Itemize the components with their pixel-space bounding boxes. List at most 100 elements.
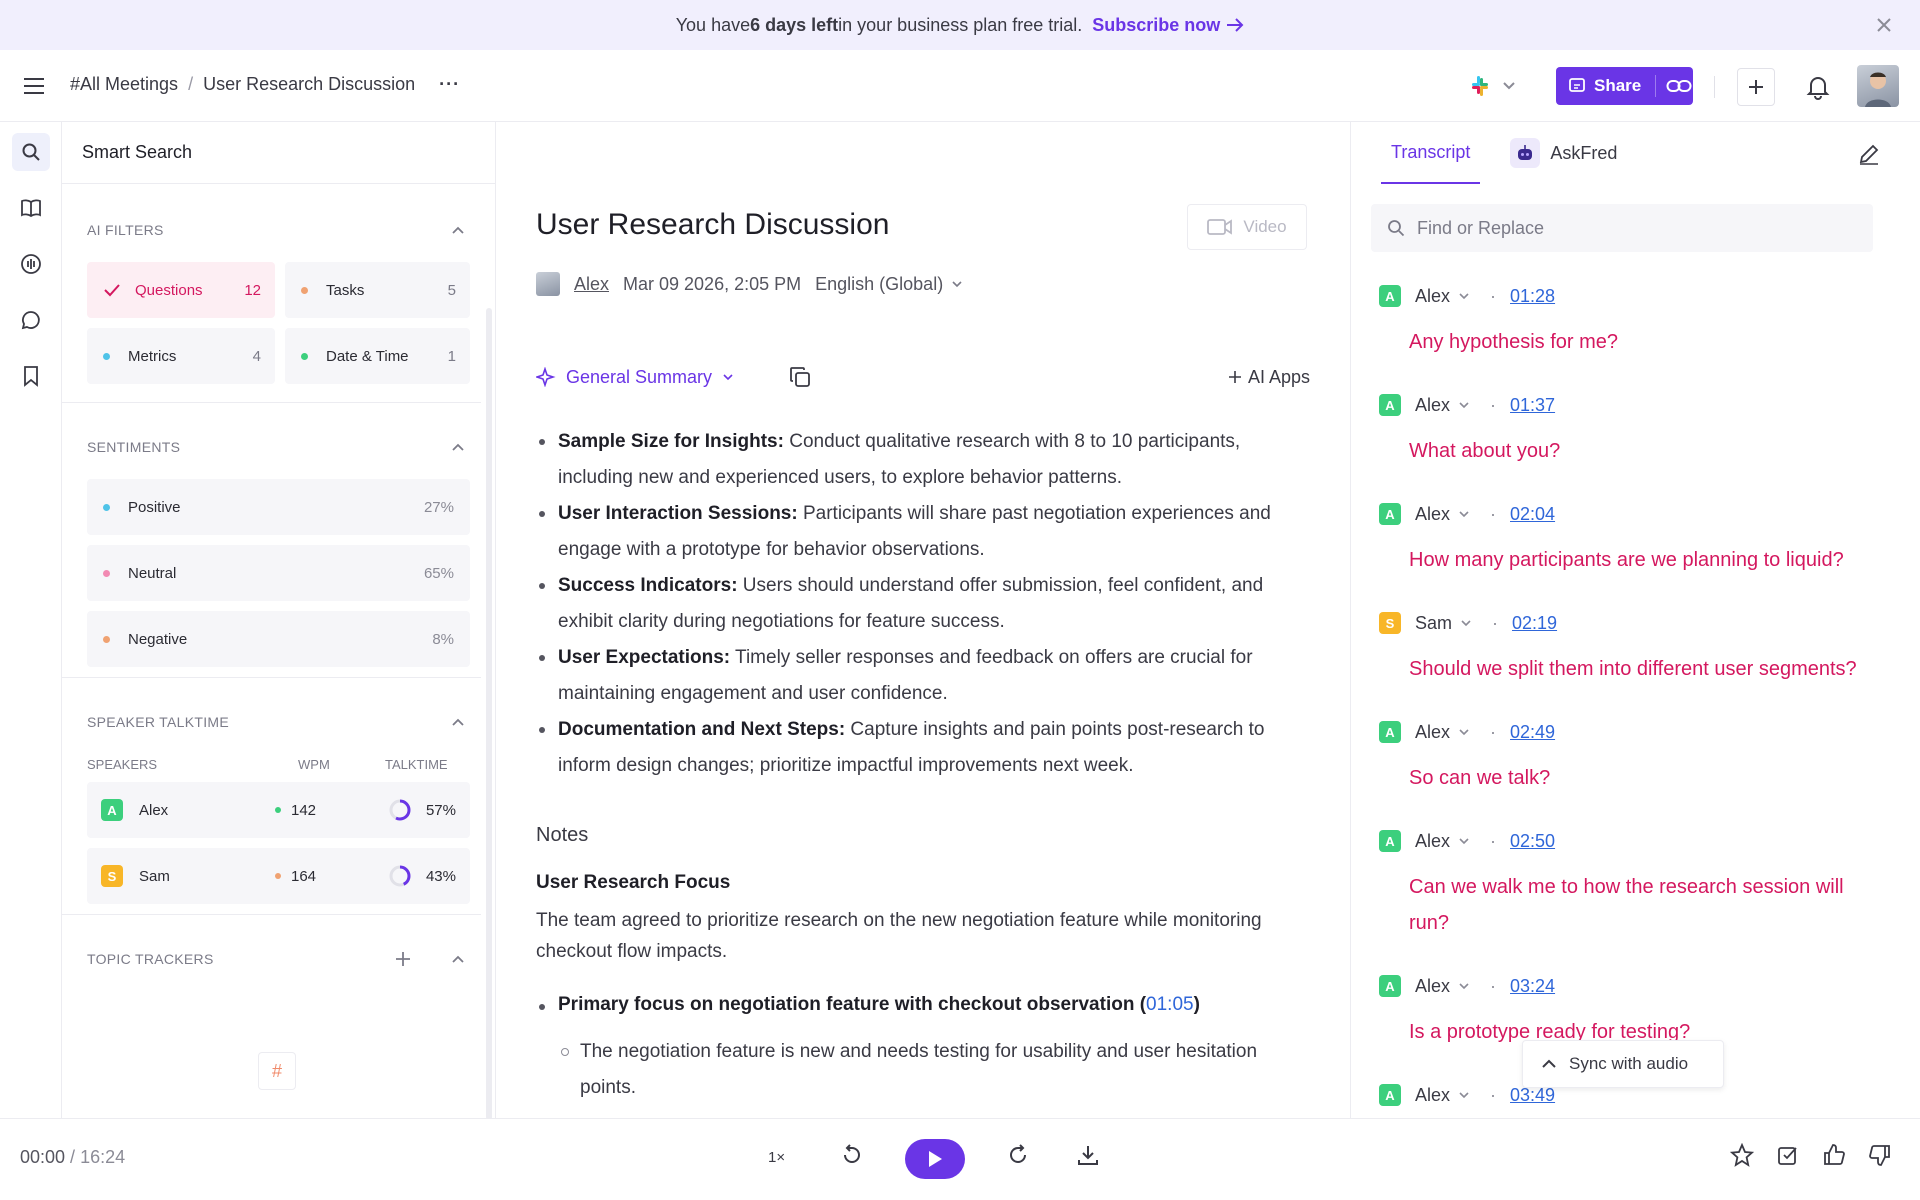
tab-askfred[interactable]: AskFred: [1500, 122, 1627, 184]
bookmarks-nav[interactable]: [12, 357, 50, 395]
transcript-entry[interactable]: A Alex · 02:04 How many participants are we…: [1379, 503, 1889, 578]
thumbs-down-icon[interactable]: [1868, 1143, 1892, 1167]
notification-bell-icon[interactable]: [1806, 74, 1830, 100]
transcript-entry[interactable]: S Sam · 02:19 Should we split them into dif…: [1379, 612, 1889, 687]
talktime-ring: [389, 799, 411, 821]
panel-title: Smart Search: [62, 122, 495, 184]
star-icon[interactable]: [1730, 1143, 1754, 1167]
subscribe-link[interactable]: Subscribe now: [1092, 15, 1244, 36]
audio-wave-icon: [20, 253, 42, 275]
speaker-row-sam[interactable]: S Sam 164 43%: [87, 848, 470, 904]
close-banner-icon[interactable]: [1874, 15, 1894, 35]
timestamp-link[interactable]: 01:28: [1510, 286, 1555, 307]
book-nav[interactable]: [12, 189, 50, 227]
filter-date-time[interactable]: Date & Time 1: [285, 328, 470, 384]
hashtag-icon[interactable]: #: [258, 1052, 296, 1090]
transcript-tabs: Transcript AskFred: [1381, 122, 1627, 184]
timestamp-link[interactable]: 01:05: [1146, 994, 1194, 1015]
transcript-entry[interactable]: A Alex · 02:50 Can we walk me to how the re…: [1379, 830, 1879, 941]
ai-apps-button[interactable]: AI Apps: [1228, 367, 1310, 388]
summary-bullet: User Expectations: Timely seller respons…: [536, 640, 1316, 712]
transcript-entry[interactable]: A Alex · 03:24 Is a prototype ready for tes…: [1379, 975, 1889, 1050]
speaker-initial: S: [101, 865, 123, 887]
author-avatar: [536, 272, 560, 296]
meeting-meta: Alex Mar 09 2026, 2:05 PM English (Globa…: [536, 272, 963, 296]
share-button[interactable]: Share: [1556, 67, 1693, 105]
breadcrumb-root[interactable]: #All Meetings: [70, 74, 178, 95]
transcript-entry[interactable]: A Alex · 01:37 What about you?: [1379, 394, 1889, 469]
primary-focus-bullet: Primary focus on negotiation feature wit…: [536, 994, 1316, 1016]
sentiment-negative[interactable]: Negative 8%: [87, 611, 470, 667]
total-time: 16:24: [80, 1147, 126, 1167]
copy-link-icon[interactable]: [1656, 78, 1692, 94]
chevron-down-icon: [1458, 292, 1470, 300]
chevron-down-icon: [1502, 81, 1516, 91]
language-dropdown[interactable]: English (Global): [815, 274, 963, 295]
check-icon: [103, 283, 121, 297]
edit-pencil-icon[interactable]: [1857, 142, 1881, 166]
timestamp-link[interactable]: 01:37: [1510, 395, 1555, 416]
copy-icon[interactable]: [788, 365, 812, 389]
menu-icon[interactable]: [22, 76, 46, 96]
slack-integration-dropdown[interactable]: [1468, 74, 1516, 98]
search-input[interactable]: Find or Replace: [1417, 218, 1544, 239]
talktime-column-headers: SPEAKERS WPM TALKTIME: [62, 746, 495, 782]
left-scrollbar[interactable]: [486, 308, 492, 1118]
checkbox-task-icon[interactable]: [1776, 1143, 1800, 1167]
sync-with-audio-button[interactable]: Sync with audio: [1522, 1040, 1724, 1088]
user-avatar[interactable]: [1857, 65, 1899, 107]
chevron-up-icon: [451, 954, 465, 964]
summary-bullet: Documentation and Next Steps: Capture in…: [536, 712, 1316, 784]
chevron-down-icon: [1458, 1091, 1470, 1099]
video-button[interactable]: Video: [1187, 204, 1307, 250]
meeting-title: User Research Discussion: [536, 208, 890, 241]
play-icon: [927, 1150, 943, 1168]
topic-trackers-header[interactable]: TOPIC TRACKERS: [62, 935, 495, 983]
transcript-panel: Transcript AskFred Find or Replace A Alex…: [1350, 122, 1920, 1118]
trial-text-suffix: in your business plan free trial.: [838, 14, 1083, 35]
transcript-entry[interactable]: A Alex · 01:28 Any hypothesis for me?: [1379, 285, 1889, 360]
sentiment-neutral[interactable]: Neutral 65%: [87, 545, 470, 601]
summary-bullets: Sample Size for Insights: Conduct qualit…: [536, 424, 1316, 784]
breadcrumb-separator: /: [188, 74, 194, 94]
timestamp-link[interactable]: 02:49: [1510, 722, 1555, 743]
slack-icon: [1468, 74, 1492, 98]
timestamp-link[interactable]: 02:19: [1512, 613, 1557, 634]
comments-nav[interactable]: [12, 301, 50, 339]
forward-icon[interactable]: [1006, 1143, 1030, 1167]
sparkle-icon: [536, 367, 556, 387]
author-name[interactable]: Alex: [574, 274, 609, 295]
chevron-down-icon: [1458, 837, 1470, 845]
sentiment-positive[interactable]: Positive 27%: [87, 479, 470, 535]
filter-tasks[interactable]: Tasks 5: [285, 262, 470, 318]
add-topic-icon[interactable]: [395, 951, 411, 967]
summary-type-dropdown[interactable]: General Summary: [536, 367, 734, 388]
filter-questions[interactable]: Questions 12: [87, 262, 275, 318]
smart-search-nav[interactable]: [12, 133, 50, 171]
transcript-search[interactable]: Find or Replace: [1371, 204, 1873, 252]
soundbites-nav[interactable]: [12, 245, 50, 283]
speaker-talktime-header[interactable]: SPEAKER TALKTIME: [62, 698, 495, 746]
thumbs-up-icon[interactable]: [1822, 1143, 1846, 1167]
breadcrumb: #All Meetings / User Research Discussion…: [70, 74, 460, 95]
timestamp-link[interactable]: 03:24: [1510, 976, 1555, 997]
chevron-down-icon: [951, 280, 963, 288]
search-icon: [21, 142, 41, 162]
tab-transcript[interactable]: Transcript: [1381, 122, 1481, 184]
download-icon[interactable]: [1076, 1143, 1100, 1167]
timestamp-link[interactable]: 02:50: [1510, 831, 1555, 852]
play-button[interactable]: [905, 1139, 965, 1179]
ai-filters-header[interactable]: AI FILTERS: [62, 206, 495, 254]
playback-speed-button[interactable]: 1×: [768, 1149, 785, 1166]
focus-heading: User Research Focus: [536, 872, 731, 893]
filter-metrics[interactable]: Metrics 4: [87, 328, 275, 384]
chevron-down-icon: [1458, 728, 1470, 736]
speaker-row-alex[interactable]: A Alex 142 57%: [87, 782, 470, 838]
sentiments-header[interactable]: SENTIMENTS: [62, 423, 495, 471]
arrow-right-icon: [1226, 18, 1244, 32]
add-button[interactable]: [1737, 68, 1775, 106]
transcript-entry[interactable]: A Alex · 02:49 So can we talk?: [1379, 721, 1889, 796]
timestamp-link[interactable]: 02:04: [1510, 504, 1555, 525]
rewind-icon[interactable]: [840, 1143, 864, 1167]
more-options-button[interactable]: ···: [439, 74, 460, 95]
